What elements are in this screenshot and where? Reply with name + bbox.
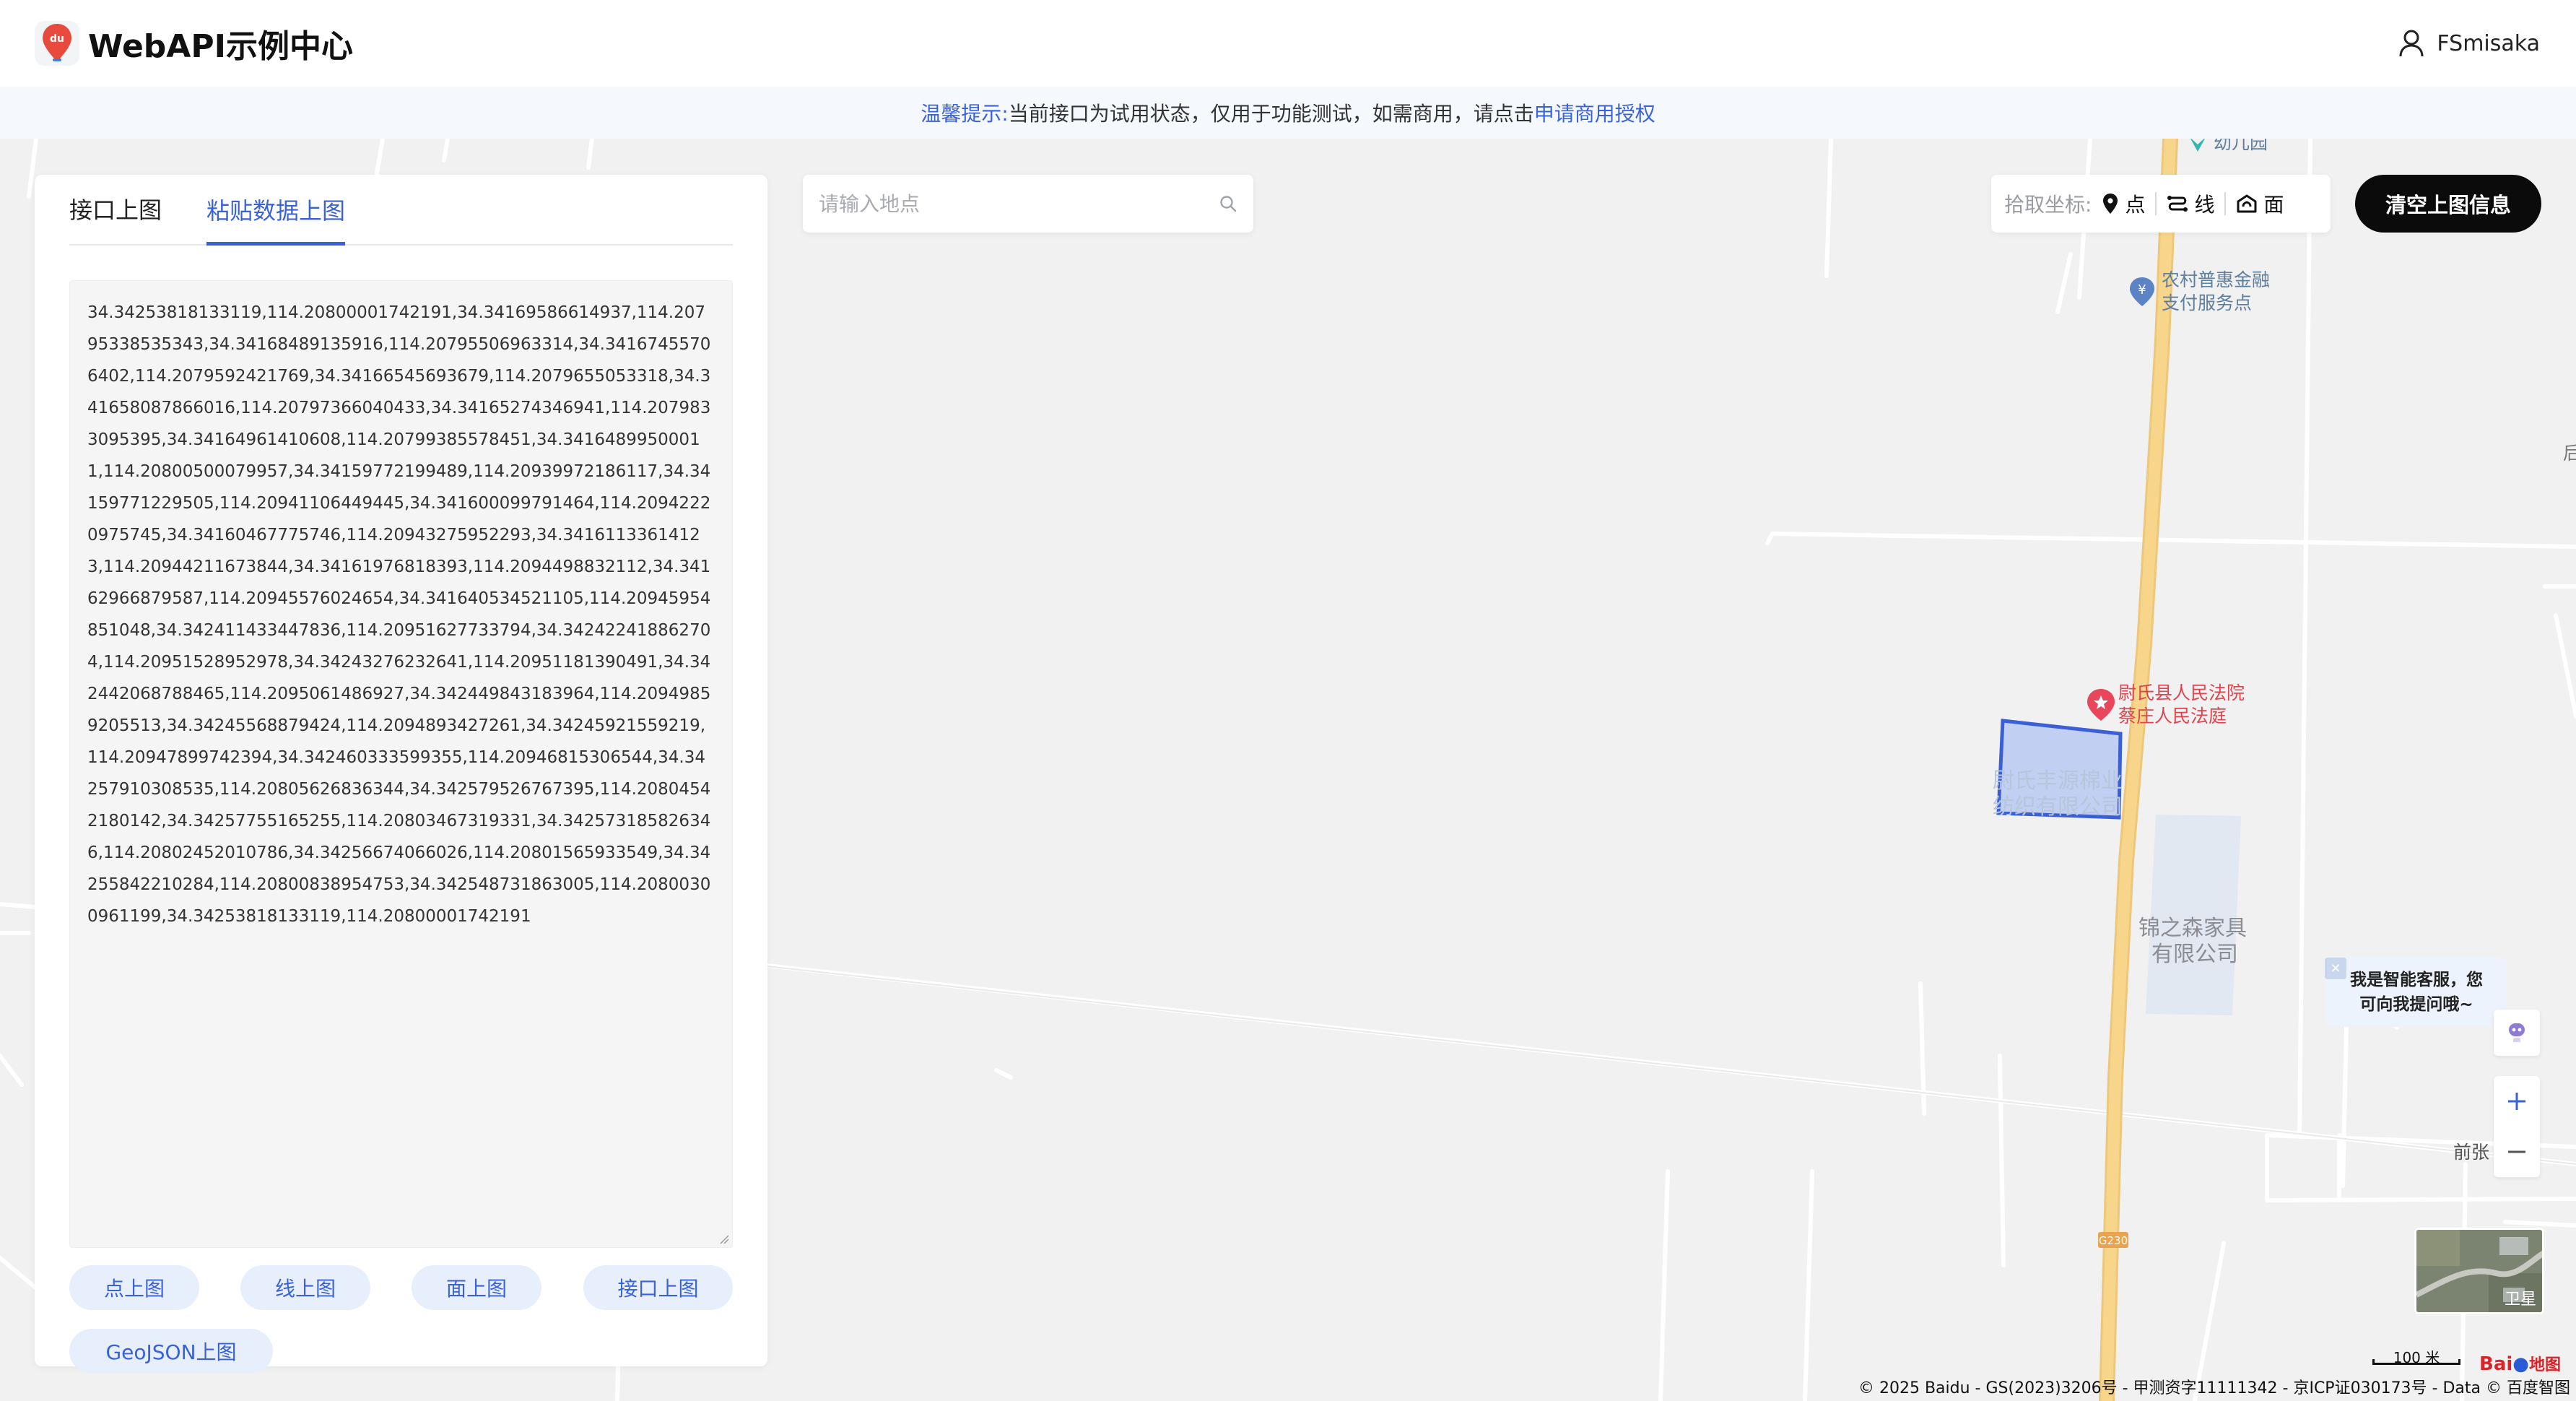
notice-label: 温馨提示: bbox=[921, 102, 1009, 126]
notice-bar: 温馨提示: 当前接口为试用状态，仅用于功能测试，如需商用，请点击 申请商用授权 bbox=[0, 87, 2576, 139]
user-name: FSmisaka bbox=[2437, 30, 2540, 56]
zoom-control bbox=[2494, 1076, 2540, 1177]
data-panel: 接口上图 粘贴数据上图 34.34253818133119,114.208000… bbox=[35, 175, 767, 1374]
resize-grip-icon[interactable] bbox=[719, 1234, 729, 1244]
pick-polygon-label: 面 bbox=[2263, 193, 2284, 217]
poi-company-2-line1: 锦之森家具 bbox=[2138, 916, 2247, 941]
user-icon bbox=[2399, 30, 2424, 57]
poi-qianzhang[interactable]: 前张 bbox=[2453, 1141, 2489, 1164]
baidu-paw-icon: ● bbox=[2512, 1353, 2529, 1375]
plot-geojson-button[interactable]: GeoJSON上图 bbox=[69, 1329, 273, 1374]
poi-kindergarten[interactable]: 幼儿园 bbox=[2188, 139, 2268, 162]
satellite-label: 卫星 bbox=[2504, 1291, 2536, 1309]
baidu-map-logo-icon: du bbox=[35, 21, 79, 66]
poi-company-1-line2: 纺织有限公司 bbox=[1993, 794, 2123, 820]
zoom-out-button[interactable] bbox=[2494, 1127, 2540, 1177]
plot-api-button[interactable]: 接口上图 bbox=[583, 1265, 733, 1310]
poi-bank-icon[interactable]: ¥ bbox=[2128, 276, 2156, 311]
pick-point-button[interactable]: 点 bbox=[2102, 189, 2145, 218]
baidu-logo-text: Bai bbox=[2479, 1353, 2513, 1375]
plot-point-button[interactable]: 点上图 bbox=[69, 1265, 199, 1310]
app-header: du WebAPI示例中心 FSmisaka bbox=[0, 0, 2576, 87]
panel-tabs: 接口上图 粘贴数据上图 bbox=[69, 175, 733, 246]
notice-text: 当前接口为试用状态，仅用于功能测试，如需商用，请点击 bbox=[1008, 102, 1534, 126]
pick-line-button[interactable]: 线 bbox=[2167, 189, 2214, 218]
customer-service-line1: 我是智能客服，您 bbox=[2350, 971, 2483, 989]
app-title: WebAPI示例中心 bbox=[88, 28, 353, 65]
svg-text:¥: ¥ bbox=[2138, 282, 2146, 298]
plus-icon bbox=[2508, 1093, 2525, 1110]
place-search-input[interactable] bbox=[819, 191, 1219, 216]
chatbot-icon bbox=[2509, 1023, 2525, 1042]
customer-service-bubble[interactable]: 我是智能客服，您 可向我提问哦~ bbox=[2326, 958, 2507, 1027]
poi-court[interactable]: 尉氏县人民法院 蔡庄人民法庭 bbox=[2118, 682, 2245, 728]
minus-icon bbox=[2508, 1150, 2525, 1153]
plot-polygon-button[interactable]: 面上图 bbox=[412, 1265, 541, 1310]
map-scale-bar bbox=[2372, 1359, 2460, 1365]
svg-text:G230: G230 bbox=[2099, 1234, 2128, 1247]
poi-company-2[interactable]: 锦之森家具 有限公司 bbox=[2138, 916, 2247, 968]
apply-license-link[interactable]: 申请商用授权 bbox=[1534, 98, 1655, 127]
clear-plot-button[interactable]: 清空上图信息 bbox=[2355, 175, 2541, 233]
baidu-logo-suffix: 地图 bbox=[2528, 1356, 2561, 1374]
poi-company-2-line2: 有限公司 bbox=[2151, 942, 2238, 967]
court-pin-icon[interactable] bbox=[2085, 688, 2117, 725]
poi-court-line2: 蔡庄人民法庭 bbox=[2118, 706, 2227, 726]
user-menu[interactable]: FSmisaka bbox=[2399, 30, 2540, 57]
baidu-map-logo: Bai●地图 bbox=[2479, 1352, 2561, 1375]
poi-bank[interactable]: 农村普惠金融 支付服务点 bbox=[2162, 269, 2270, 315]
map-copyright: © 2025 Baidu - GS(2023)3206号 - 甲测资字11111… bbox=[1858, 1379, 2570, 1397]
coordinate-data-text: 34.34253818133119,114.20800001742191,34.… bbox=[87, 303, 711, 926]
poi-edge-label: 后 bbox=[2563, 443, 2576, 464]
poi-court-line1: 尉氏县人民法院 bbox=[2118, 682, 2245, 703]
coordinate-picker: 拾取坐标: 点 线 面 bbox=[1991, 175, 2331, 233]
location-pin-icon bbox=[2103, 194, 2118, 214]
kindergarten-icon bbox=[2190, 139, 2205, 152]
coordinate-data-textarea[interactable]: 34.34253818133119,114.20800001742191,34.… bbox=[69, 280, 733, 1248]
poi-company-1[interactable]: 尉氏丰源棉业 纺织有限公司 bbox=[1993, 768, 2123, 820]
pick-line-label: 线 bbox=[2194, 193, 2215, 217]
search-icon[interactable] bbox=[1219, 194, 1237, 213]
customer-service-line2: 可向我提问哦~ bbox=[2359, 995, 2473, 1014]
poi-bank-line2: 支付服务点 bbox=[2162, 292, 2253, 313]
picker-divider bbox=[2155, 192, 2157, 215]
svg-text:du: du bbox=[50, 33, 64, 45]
tab-api-plot[interactable]: 接口上图 bbox=[69, 192, 162, 244]
polyline-icon bbox=[2167, 196, 2188, 212]
polygon-icon bbox=[2237, 194, 2257, 213]
customer-service-button[interactable] bbox=[2494, 1010, 2540, 1056]
map-scale: 100 米 bbox=[2372, 1346, 2460, 1368]
satellite-toggle[interactable]: 卫星 bbox=[2414, 1228, 2544, 1314]
poi-bank-line1: 农村普惠金融 bbox=[2162, 269, 2271, 290]
zoom-in-button[interactable] bbox=[2494, 1076, 2540, 1127]
plot-line-button[interactable]: 线上图 bbox=[240, 1265, 370, 1310]
brand[interactable]: du WebAPI示例中心 bbox=[35, 20, 353, 66]
pick-point-label: 点 bbox=[2125, 193, 2146, 217]
poi-company-1-line1: 尉氏丰源棉业 bbox=[1993, 768, 2123, 794]
picker-label: 拾取坐标: bbox=[2004, 193, 2092, 217]
place-search-box[interactable] bbox=[803, 175, 1253, 233]
poi-kindergarten-label: 幼儿园 bbox=[2213, 139, 2268, 153]
close-icon[interactable]: ✕ bbox=[2325, 958, 2346, 979]
tab-paste-data-plot[interactable]: 粘贴数据上图 bbox=[206, 193, 346, 246]
picker-divider bbox=[2224, 192, 2227, 215]
pick-polygon-button[interactable]: 面 bbox=[2236, 189, 2284, 218]
